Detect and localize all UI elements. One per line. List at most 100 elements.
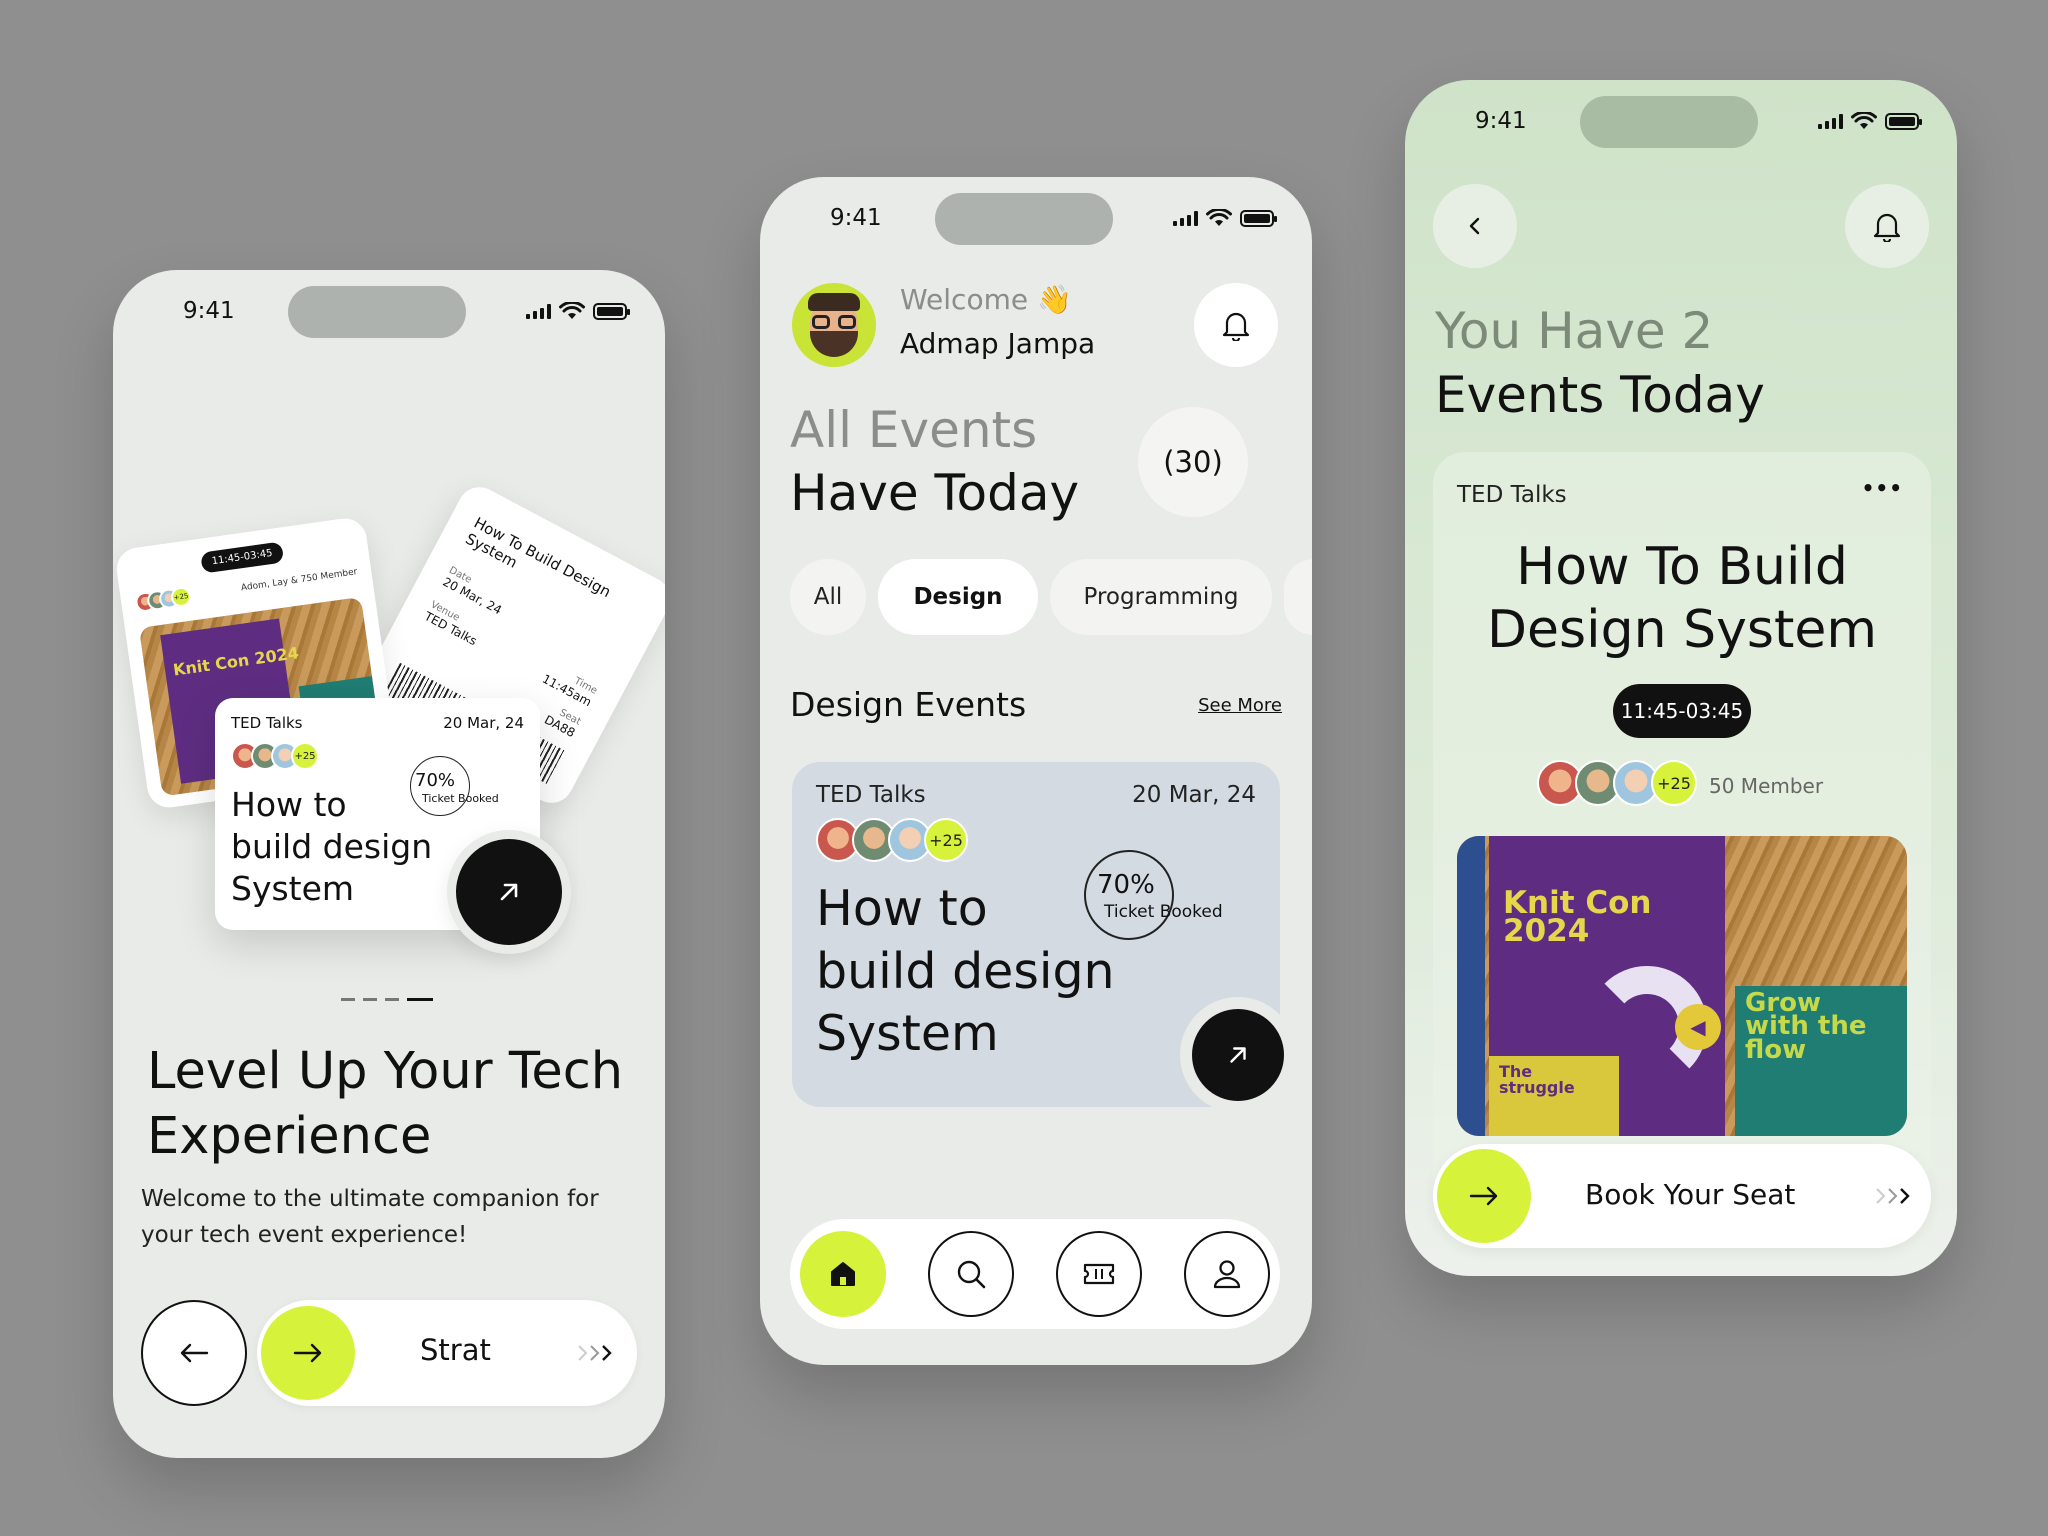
dynamic-island: [1580, 96, 1758, 148]
nav-profile[interactable]: [1184, 1231, 1270, 1317]
onboarding-headline: Level Up Your Tech: [147, 1042, 624, 1101]
ticket-open-button[interactable]: [456, 839, 562, 945]
events-home-phone: 9:41 Welcome 👋 Admap Jampa All Events Ha…: [760, 177, 1312, 1365]
booked-label: Ticket Booked: [1104, 902, 1223, 922]
event-open-button[interactable]: [1192, 1009, 1284, 1101]
page-indicator: [341, 998, 433, 1001]
page-dot: [341, 998, 355, 1001]
chevron-left-icon: [1469, 217, 1480, 235]
page-dot: [385, 998, 399, 1001]
status-time: 9:41: [830, 205, 882, 231]
chevrons-right-icon: [578, 1345, 612, 1361]
event-members: 50 Member: [1709, 774, 1824, 798]
onboarding-subtitle: your tech event experience!: [141, 1221, 468, 1248]
heading-line2: Events Today: [1435, 366, 1765, 424]
book-seat-knob[interactable]: [1437, 1149, 1531, 1243]
status-icons: [1173, 209, 1277, 227]
tab-design[interactable]: Design: [878, 559, 1038, 635]
signal-icon: [526, 303, 551, 319]
event-card-org: TED Talks: [816, 782, 926, 808]
ticket-date: 20 Mar, 24: [443, 714, 524, 732]
arrow-up-right-icon: [500, 883, 518, 901]
search-icon: [957, 1260, 986, 1289]
bell-icon: [1222, 312, 1250, 341]
status-icons: [1818, 112, 1922, 130]
nav-tickets[interactable]: [1056, 1231, 1142, 1317]
onboarding-subtitle: Welcome to the ultimate companion for: [141, 1186, 599, 1212]
start-label: Strat: [420, 1333, 491, 1367]
avatar-more-badge: +25: [291, 742, 319, 770]
bottom-nav: [790, 1219, 1280, 1329]
user-avatar[interactable]: [792, 283, 876, 367]
user-name: Admap Jampa: [900, 327, 1096, 360]
book-seat-slider[interactable]: Book Your Seat: [1433, 1144, 1931, 1248]
back-button[interactable]: [141, 1300, 247, 1406]
event-org: TED Talks: [1457, 482, 1567, 508]
arrow-right-icon: [293, 1343, 322, 1363]
wifi-icon: [559, 302, 585, 319]
booked-percent: 70%: [415, 770, 456, 791]
event-detail-phone: 9:41 You Have 2 Events Today TED Talks •…: [1405, 80, 1957, 1276]
event-detail-card: TED Talks ••• How To Build Design System…: [1433, 452, 1931, 1252]
dynamic-island: [935, 193, 1113, 245]
onboarding-phone: 9:41 How To Build Design System Date 20 …: [113, 270, 665, 1458]
tab-all[interactable]: All: [790, 559, 866, 635]
ticket-avatars: +25: [231, 742, 524, 770]
battery-icon: [1240, 209, 1277, 227]
battery-icon: [1885, 112, 1922, 130]
start-slider-button[interactable]: Strat: [257, 1300, 637, 1406]
see-more-link[interactable]: See More: [1198, 695, 1282, 716]
poster-grow-text: Grow with the flow: [1745, 988, 1867, 1065]
signal-icon: [1818, 113, 1843, 129]
event-card-date: 20 Mar, 24: [1132, 782, 1256, 808]
status-icons: [526, 302, 630, 320]
notifications-button[interactable]: [1194, 283, 1278, 367]
event-open-button-ring: [1180, 997, 1296, 1113]
ticket-back-avatars: +25: [134, 585, 193, 614]
tab-overflow[interactable]: [1284, 559, 1312, 635]
ticket-back-members: Adom, Lay & 750 Member: [240, 567, 359, 594]
status-time: 9:41: [1475, 108, 1527, 134]
chevrons-right-icon: [1876, 1188, 1910, 1204]
ticket-icon: [1083, 1263, 1115, 1285]
heading-line2: Have Today: [790, 464, 1080, 522]
tab-programming[interactable]: Programming: [1050, 559, 1272, 635]
section-title: Design Events: [790, 685, 1027, 724]
poster-struggle-text: The struggle: [1499, 1062, 1575, 1097]
arrow-up-right-icon: [1230, 1047, 1246, 1063]
back-button[interactable]: [1433, 184, 1517, 268]
event-avatars: +25: [1537, 760, 1697, 806]
start-slider-knob[interactable]: [261, 1306, 355, 1400]
page-dot: [363, 998, 377, 1001]
avatar-more-badge: +25: [924, 818, 968, 862]
arrow-right-icon: [1469, 1186, 1498, 1206]
event-title-line: Design System: [1487, 600, 1877, 661]
home-icon: [831, 1262, 855, 1286]
battery-icon: [593, 302, 630, 320]
event-card-title-line: build design: [816, 942, 1115, 1000]
more-options-button[interactable]: •••: [1862, 476, 1903, 500]
profile-icon: [1213, 1260, 1241, 1289]
booked-percent: 70%: [1097, 870, 1155, 900]
notifications-button[interactable]: [1845, 184, 1929, 268]
nav-home[interactable]: [800, 1231, 886, 1317]
event-time-badge: 11:45-03:45: [1613, 684, 1751, 738]
arrow-left-icon: [180, 1343, 209, 1363]
bell-icon: [1873, 213, 1901, 242]
ticket-open-button-ring: [447, 830, 571, 954]
event-poster-image: Knit Con 2024 ◀ Grow with the flow The s…: [1457, 836, 1907, 1136]
nav-search[interactable]: [928, 1231, 1014, 1317]
wifi-icon: [1206, 209, 1232, 226]
poster-title: Knit Con 2024: [1503, 885, 1652, 949]
page-dot: [407, 998, 433, 1001]
book-seat-label: Book Your Seat: [1585, 1178, 1796, 1211]
avatar-more-badge: +25: [1651, 760, 1697, 806]
heading-line1: All Events: [790, 401, 1038, 459]
event-title-line: How To Build: [1516, 537, 1848, 597]
poster-logo: ◀: [1675, 1004, 1721, 1050]
ticket-side-title: How To Build Design System: [462, 513, 614, 602]
category-tabs: All Design Programming: [790, 559, 1312, 635]
onboarding-headline: Experience: [147, 1106, 432, 1166]
status-time: 9:41: [183, 298, 235, 324]
ticket-back-time-badge: 11:45-03:45: [200, 541, 284, 574]
